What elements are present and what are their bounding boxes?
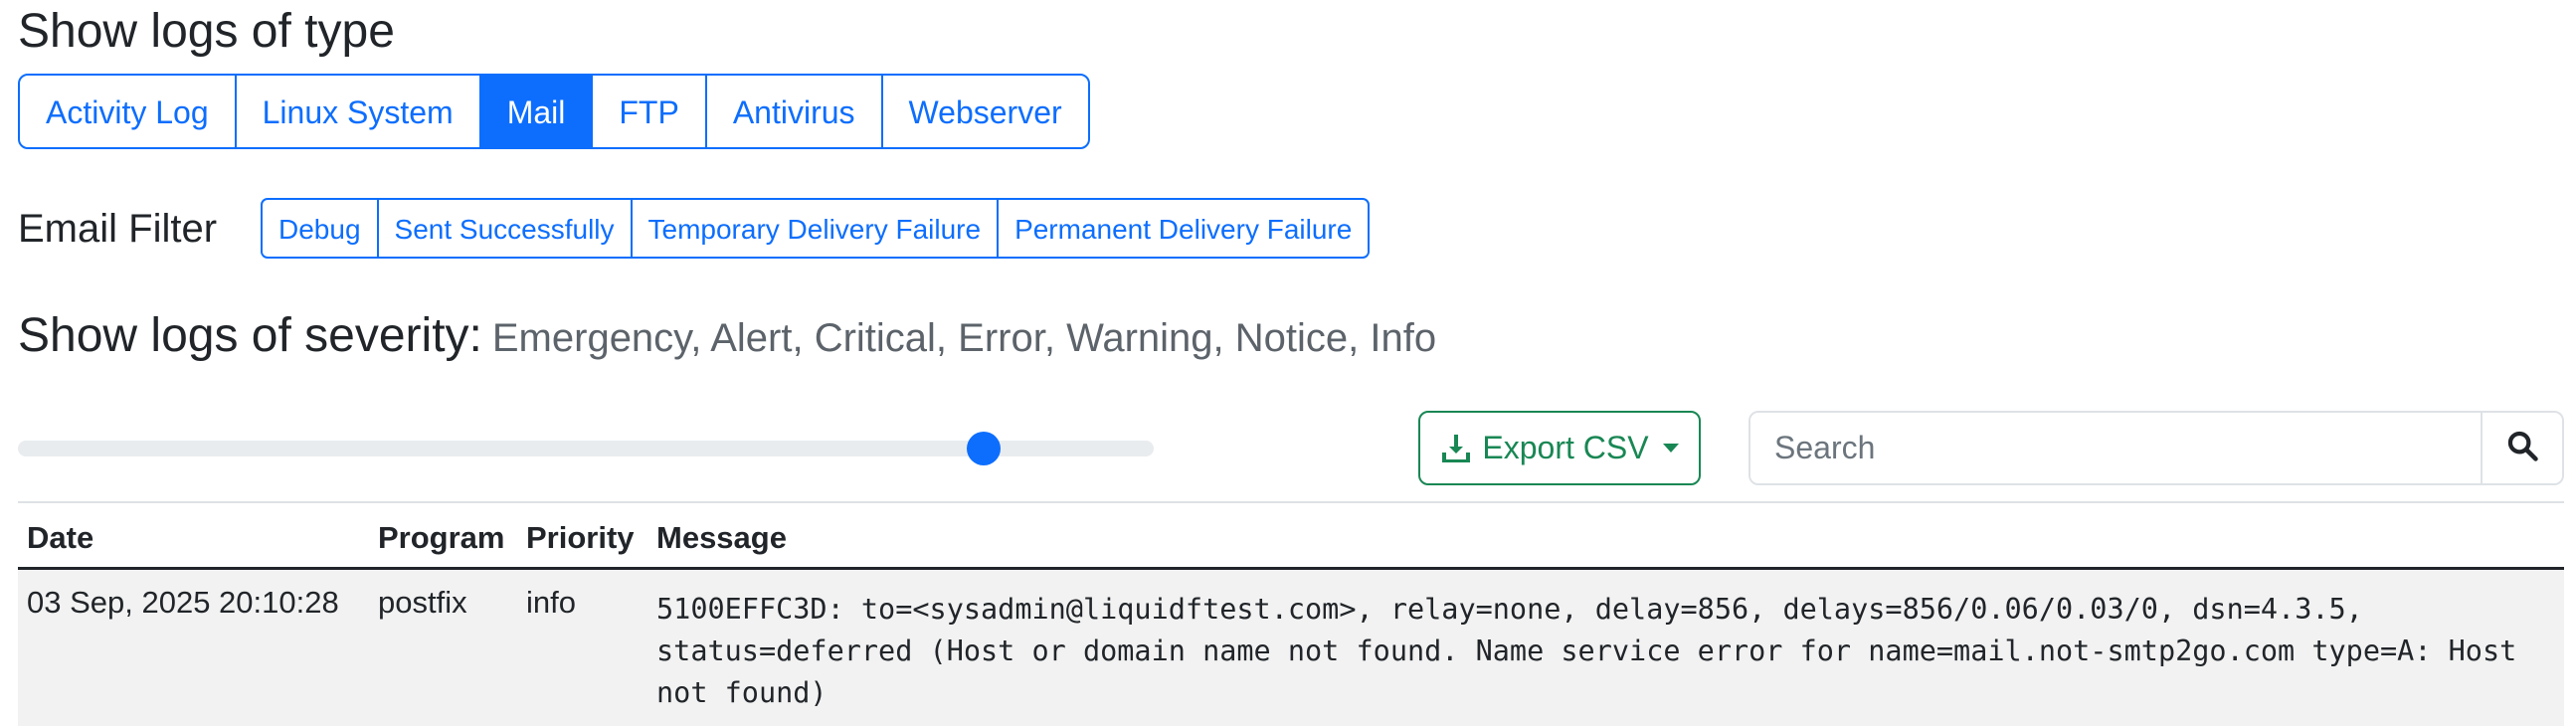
severity-slider-thumb[interactable] xyxy=(966,432,1001,465)
email-filter-debug[interactable]: Debug xyxy=(261,198,379,259)
cell-priority: info xyxy=(526,585,576,620)
export-csv-label: Export CSV xyxy=(1482,430,1649,465)
cell-program: postfix xyxy=(378,585,467,620)
search-group xyxy=(1748,411,2564,485)
page: Show logs of type Activity Log Linux Sys… xyxy=(0,0,2576,726)
log-type-group: Activity Log Linux System Mail FTP Antiv… xyxy=(18,74,1090,149)
search-input[interactable] xyxy=(1750,413,2481,483)
email-filter-group: Debug Sent Successfully Temporary Delive… xyxy=(261,198,1371,259)
email-filter-sent-successfully[interactable]: Sent Successfully xyxy=(376,198,633,259)
download-icon xyxy=(1440,433,1472,464)
toolbar-divider xyxy=(18,501,2564,503)
severity-label: Show logs of severity: xyxy=(18,309,482,362)
column-header-program[interactable]: Program xyxy=(378,513,504,563)
cell-message: 5100EFFC3D: to=<sysadmin@liquidftest.com… xyxy=(656,593,2534,709)
email-filter-permanent-delivery-failure[interactable]: Permanent Delivery Failure xyxy=(997,198,1371,259)
log-type-webserver[interactable]: Webserver xyxy=(880,74,1090,149)
caret-down-icon xyxy=(1662,444,1679,453)
log-type-ftp[interactable]: FTP xyxy=(591,74,707,149)
page-title: Show logs of type xyxy=(18,5,395,58)
email-filter-label: Email Filter xyxy=(18,207,218,251)
log-type-mail[interactable]: Mail xyxy=(478,74,594,149)
column-header-message[interactable]: Message xyxy=(656,513,787,563)
severity-heading: Show logs of severity: Emergency, Alert, … xyxy=(18,304,1436,379)
export-csv-button[interactable]: Export CSV xyxy=(1418,411,1701,485)
column-header-date[interactable]: Date xyxy=(27,513,93,563)
cell-date: 03 Sep, 2025 20:10:28 xyxy=(27,585,339,620)
column-header-priority[interactable]: Priority xyxy=(526,513,635,563)
log-type-antivirus[interactable]: Antivirus xyxy=(704,74,883,149)
search-icon xyxy=(2505,429,2539,467)
log-type-linux-system[interactable]: Linux System xyxy=(234,74,481,149)
email-filter-temporary-delivery-failure[interactable]: Temporary Delivery Failure xyxy=(630,198,1000,259)
log-type-activity-log[interactable]: Activity Log xyxy=(18,74,237,149)
severity-values: Emergency, Alert, Critical, Error, Warni… xyxy=(491,316,1437,360)
search-button[interactable] xyxy=(2481,413,2562,483)
